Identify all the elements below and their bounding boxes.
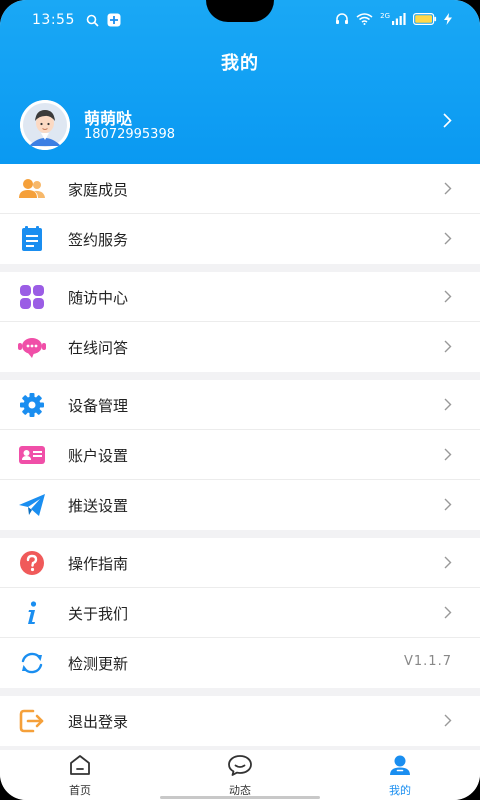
menu-item-label: 推送设置 [68,497,129,515]
headphones-icon [336,13,349,24]
menu-group-device: 设备管理 账户设置 推送设置 [0,380,480,530]
menu-group-help: 操作指南 关于我们 检测更新 V1.1.7 [0,538,480,688]
menu-item-account-settings[interactable]: 账户设置 [0,430,480,480]
status-time: 13:55 [32,12,75,28]
id-card-icon [19,446,45,464]
chat-bubble-icon [18,338,46,358]
menu-item-user-guide[interactable]: 操作指南 [0,538,480,588]
chevron-right-icon [444,340,452,353]
gear-icon [20,393,44,417]
search-icon [86,14,99,27]
menu-item-label: 在线问答 [68,339,129,357]
signal-icon [392,13,406,25]
menu-item-about-us[interactable]: 关于我们 [0,588,480,638]
battery-icon [413,13,437,25]
chevron-right-icon[interactable] [443,113,452,128]
profile-card[interactable]: 萌萌哒 18072995398 [0,96,480,150]
screen: 13:55 2G 我的 萌萌哒 18072995398 家庭成员 签约服务 随访… [0,0,480,800]
menu-item-label: 关于我们 [68,605,129,623]
menu-item-label: 随访中心 [68,289,129,307]
menu-group-family: 家庭成员 签约服务 [0,164,480,264]
info-icon [28,601,37,624]
family-icon [19,179,45,198]
menu-item-online-qa[interactable]: 在线问答 [0,322,480,372]
wifi-icon [356,13,373,25]
chevron-right-icon [444,606,452,619]
menu-item-label: 签约服务 [68,231,129,249]
menu-group-logout: 退出登录 [0,696,480,746]
header: 13:55 2G 我的 萌萌哒 18072995398 [0,0,480,164]
menu-item-push-settings[interactable]: 推送设置 [0,480,480,530]
user-name: 萌萌哒 [84,109,133,128]
menu-item-check-update[interactable]: 检测更新 V1.1.7 [0,638,480,688]
chevron-right-icon [444,714,452,727]
page-title: 我的 [221,53,259,74]
refresh-icon [21,652,43,674]
menu-item-contract-service[interactable]: 签约服务 [0,214,480,264]
user-icon [390,755,410,775]
camera-notch [206,0,274,22]
version-value: V1.1.7 [404,654,452,669]
help-icon [20,551,44,575]
home-indicator [160,796,320,799]
menu-item-device-management[interactable]: 设备管理 [0,380,480,430]
send-icon [19,494,45,516]
chevron-right-icon [444,398,452,411]
contract-icon [22,226,42,251]
user-phone: 18072995398 [84,127,175,142]
menu-item-label: 家庭成员 [68,181,129,199]
menu-item-family-members[interactable]: 家庭成员 [0,164,480,214]
chevron-right-icon [444,232,452,245]
chevron-right-icon [444,182,452,195]
chevron-right-icon [444,448,452,461]
tab-mine[interactable]: 我的 [360,754,440,798]
chevron-right-icon [444,556,452,569]
tab-updates[interactable]: 动态 [200,754,280,798]
menu-item-logout[interactable]: 退出登录 [0,696,480,746]
grid-icon [20,285,44,309]
network-type: 2G [380,12,390,20]
logout-icon [19,709,44,733]
chevron-right-icon [444,290,452,303]
menu-item-label: 设备管理 [68,397,129,415]
menu-item-label: 检测更新 [68,655,129,673]
menu-item-followup-center[interactable]: 随访中心 [0,272,480,322]
app-notification-icon [107,13,121,27]
tab-label: 首页 [69,784,91,797]
tab-home[interactable]: 首页 [40,754,120,798]
avatar[interactable] [20,100,70,150]
menu-item-label: 退出登录 [68,713,129,731]
menu-item-label: 操作指南 [68,555,129,573]
bottom-nav: 首页 动态 我的 [0,750,480,800]
status-right-icons: 2G [335,12,452,25]
menu-item-label: 账户设置 [68,447,129,465]
menu-group-followup: 随访中心 在线问答 [0,272,480,372]
charging-icon [444,13,452,25]
home-icon [70,755,90,775]
tab-label: 我的 [389,784,411,797]
settings-menu: 家庭成员 签约服务 随访中心 在线问答 设备管理 账户设置 推送设置 操作指南 … [0,164,480,754]
status-left-icons [86,13,121,27]
chevron-right-icon [444,498,452,511]
message-icon [228,755,252,776]
user-avatar-icon [20,100,70,150]
